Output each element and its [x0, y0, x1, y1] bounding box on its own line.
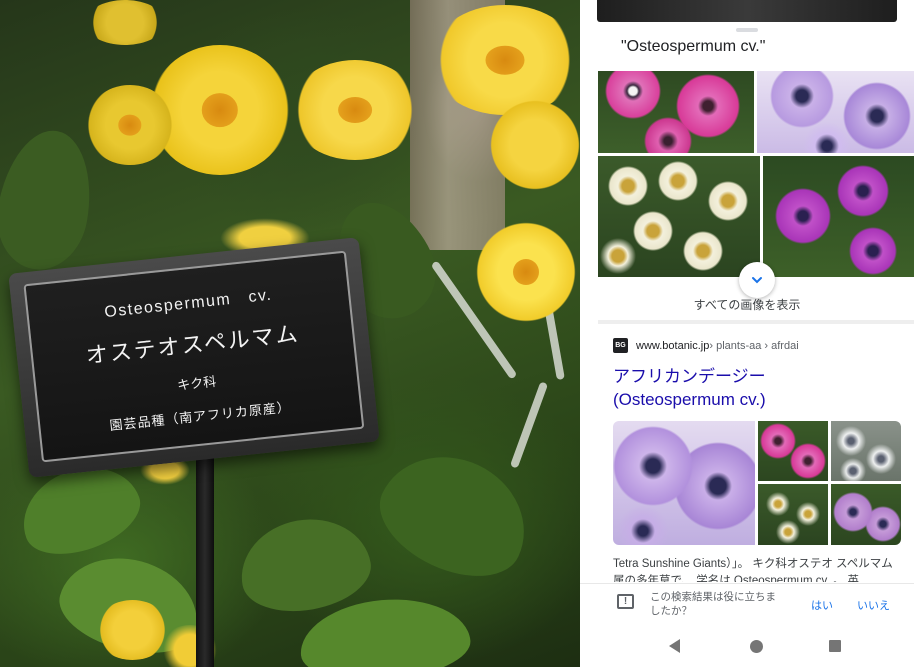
plant-label-sign: Osteospermum cv. オステオスペルマム キク科 園芸品種（南アフリ… — [8, 237, 380, 478]
yellow-flower — [85, 85, 175, 165]
sign-origin: 園芸品種（南アフリカ原産） — [108, 398, 292, 433]
result-snippet: Tetra Sunshine Giants）」。 キク科オステオ スペルマム属の… — [613, 558, 893, 582]
site-favicon-icon: BG — [613, 338, 628, 353]
yellow-flower — [290, 60, 420, 160]
yellow-flower — [95, 600, 170, 660]
feedback-no-button[interactable]: いいえ — [857, 597, 890, 613]
search-results-panel: "Osteospermum cv." すべての画像を表示 BG www.bota… — [580, 0, 914, 667]
collage-image-large — [613, 421, 755, 545]
sign-latin-name: Osteospermum cv. — [103, 286, 274, 321]
image-result-white[interactable] — [598, 156, 760, 277]
yellow-flower — [85, 0, 165, 45]
search-query: "Osteospermum cv." — [621, 38, 766, 55]
android-navigation-bar — [580, 625, 914, 667]
collage-image-cream — [758, 484, 828, 545]
feedback-bar: ! この検索結果は役に立ちましたか？ はい いいえ — [580, 583, 914, 621]
feedback-icon: ! — [617, 594, 634, 609]
sign-japanese-name: オステオスペルマム — [84, 321, 301, 369]
sign-stake — [196, 440, 214, 667]
top-image-preview-edge — [597, 0, 897, 22]
feedback-yes-button[interactable]: はい — [811, 597, 833, 613]
chevron-down-icon — [752, 277, 762, 284]
plant-photo: Osteospermum cv. オステオスペルマム キク科 園芸品種（南アフリ… — [0, 0, 580, 667]
result-image-collage[interactable] — [613, 421, 901, 545]
show-all-images-link[interactable]: すべての画像を表示 — [580, 296, 914, 313]
sign-family: キク科 — [176, 373, 217, 393]
result-domain: www.botanic.jp — [636, 339, 710, 352]
image-result-magenta[interactable] — [763, 156, 914, 277]
collage-image-purple — [831, 484, 901, 545]
collage-image-pink — [758, 421, 828, 481]
result-source[interactable]: BG www.botanic.jp › plants-aa › afrdai — [613, 338, 799, 353]
plant-label-face: Osteospermum cv. オステオスペルマム キク科 園芸品種（南アフリ… — [23, 250, 365, 463]
feedback-question: この検索結果は役に立ちましたか？ — [650, 591, 776, 617]
image-result-lavender[interactable] — [757, 71, 914, 153]
collage-image-white — [831, 421, 901, 481]
leaf — [0, 123, 102, 277]
yellow-flower — [476, 222, 576, 322]
image-results-grid — [598, 71, 914, 277]
expand-images-button[interactable] — [739, 262, 775, 298]
recents-icon[interactable] — [829, 640, 841, 652]
home-icon[interactable] — [750, 640, 763, 653]
result-path: › plants-aa › afrdai — [709, 339, 799, 352]
silver-leaf — [509, 381, 549, 469]
yellow-flower — [490, 100, 580, 190]
sheet-drag-handle[interactable] — [736, 28, 758, 32]
result-title-line1: アフリカンデージー — [613, 367, 766, 386]
yellow-flower — [430, 5, 580, 115]
section-divider — [598, 320, 914, 324]
back-icon[interactable] — [669, 639, 680, 653]
image-result-pink[interactable] — [598, 71, 754, 153]
result-title-link[interactable]: アフリカンデージー (Osteospermum cv.) — [613, 365, 903, 411]
result-title-line2: (Osteospermum cv.) — [613, 390, 766, 409]
